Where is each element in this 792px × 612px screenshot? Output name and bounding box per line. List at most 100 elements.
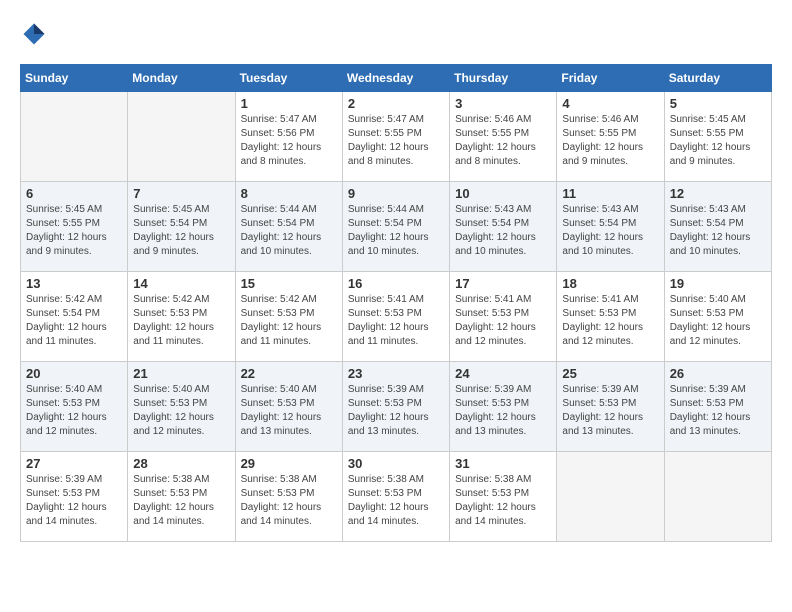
day-detail: Sunrise: 5:38 AMSunset: 5:53 PMDaylight:… <box>455 473 551 529</box>
day-number: 6 <box>26 186 122 201</box>
day-detail: Sunrise: 5:40 AMSunset: 5:53 PMDaylight:… <box>670 293 766 349</box>
day-number: 19 <box>670 276 766 291</box>
day-number: 14 <box>133 276 229 291</box>
week-row-5: 27 Sunrise: 5:39 AMSunset: 5:53 PMDayligh… <box>21 452 772 542</box>
weekday-header-wednesday: Wednesday <box>342 65 449 92</box>
calendar-cell: 1 Sunrise: 5:47 AMSunset: 5:56 PMDaylight… <box>235 92 342 182</box>
calendar-cell: 14 Sunrise: 5:42 AMSunset: 5:53 PMDayligh… <box>128 272 235 362</box>
calendar-cell: 9 Sunrise: 5:44 AMSunset: 5:54 PMDaylight… <box>342 182 449 272</box>
day-detail: Sunrise: 5:40 AMSunset: 5:53 PMDaylight:… <box>133 383 229 439</box>
day-number: 17 <box>455 276 551 291</box>
day-detail: Sunrise: 5:40 AMSunset: 5:53 PMDaylight:… <box>241 383 337 439</box>
calendar-cell: 31 Sunrise: 5:38 AMSunset: 5:53 PMDayligh… <box>450 452 557 542</box>
calendar-cell: 15 Sunrise: 5:42 AMSunset: 5:53 PMDayligh… <box>235 272 342 362</box>
day-detail: Sunrise: 5:47 AMSunset: 5:56 PMDaylight:… <box>241 113 337 169</box>
day-detail: Sunrise: 5:43 AMSunset: 5:54 PMDaylight:… <box>562 203 658 259</box>
week-row-4: 20 Sunrise: 5:40 AMSunset: 5:53 PMDayligh… <box>21 362 772 452</box>
day-number: 28 <box>133 456 229 471</box>
calendar-cell: 12Sunrise: 5:43 AMSunset: 5:54 PMDayligh… <box>664 182 771 272</box>
day-detail: Sunrise: 5:39 AMSunset: 5:53 PMDaylight:… <box>562 383 658 439</box>
calendar-cell: 26Sunrise: 5:39 AMSunset: 5:53 PMDayligh… <box>664 362 771 452</box>
calendar-cell: 10 Sunrise: 5:43 AMSunset: 5:54 PMDayligh… <box>450 182 557 272</box>
day-number: 7 <box>133 186 229 201</box>
calendar-cell <box>664 452 771 542</box>
weekday-header-tuesday: Tuesday <box>235 65 342 92</box>
calendar-cell: 19 Sunrise: 5:40 AMSunset: 5:53 PMDayligh… <box>664 272 771 362</box>
day-detail: Sunrise: 5:46 AMSunset: 5:55 PMDaylight:… <box>455 113 551 169</box>
calendar-cell: 2 Sunrise: 5:47 AMSunset: 5:55 PMDaylight… <box>342 92 449 182</box>
calendar-cell: 7 Sunrise: 5:45 AMSunset: 5:54 PMDaylight… <box>128 182 235 272</box>
weekday-header-friday: Friday <box>557 65 664 92</box>
day-detail: Sunrise: 5:41 AMSunset: 5:53 PMDaylight:… <box>455 293 551 349</box>
day-detail: Sunrise: 5:41 AMSunset: 5:53 PMDaylight:… <box>348 293 444 349</box>
day-number: 13 <box>26 276 122 291</box>
day-number: 10 <box>455 186 551 201</box>
weekday-header-sunday: Sunday <box>21 65 128 92</box>
day-detail: Sunrise: 5:39 AMSunset: 5:53 PMDaylight:… <box>348 383 444 439</box>
calendar-cell: 27 Sunrise: 5:39 AMSunset: 5:53 PMDayligh… <box>21 452 128 542</box>
calendar-table: SundayMondayTuesdayWednesdayThursdayFrid… <box>20 64 772 542</box>
calendar-cell <box>21 92 128 182</box>
day-number: 31 <box>455 456 551 471</box>
day-detail: Sunrise: 5:39 AMSunset: 5:53 PMDaylight:… <box>670 383 766 439</box>
day-number: 3 <box>455 96 551 111</box>
calendar-cell: 24 Sunrise: 5:39 AMSunset: 5:53 PMDayligh… <box>450 362 557 452</box>
calendar-cell: 11 Sunrise: 5:43 AMSunset: 5:54 PMDayligh… <box>557 182 664 272</box>
day-number: 27 <box>26 456 122 471</box>
day-detail: Sunrise: 5:44 AMSunset: 5:54 PMDaylight:… <box>348 203 444 259</box>
calendar-cell: 18 Sunrise: 5:41 AMSunset: 5:53 PMDayligh… <box>557 272 664 362</box>
calendar-cell <box>557 452 664 542</box>
day-number: 20 <box>26 366 122 381</box>
day-number: 4 <box>562 96 658 111</box>
week-row-2: 6Sunrise: 5:45 AMSunset: 5:55 PMDaylight… <box>21 182 772 272</box>
weekday-header-saturday: Saturday <box>664 65 771 92</box>
calendar-cell: 28 Sunrise: 5:38 AMSunset: 5:53 PMDayligh… <box>128 452 235 542</box>
calendar-cell: 5Sunrise: 5:45 AMSunset: 5:55 PMDaylight… <box>664 92 771 182</box>
weekday-header-row: SundayMondayTuesdayWednesdayThursdayFrid… <box>21 65 772 92</box>
day-detail: Sunrise: 5:47 AMSunset: 5:55 PMDaylight:… <box>348 113 444 169</box>
day-detail: Sunrise: 5:45 AMSunset: 5:54 PMDaylight:… <box>133 203 229 259</box>
calendar-cell: 20Sunrise: 5:40 AMSunset: 5:53 PMDayligh… <box>21 362 128 452</box>
day-detail: Sunrise: 5:39 AMSunset: 5:53 PMDaylight:… <box>26 473 122 529</box>
day-detail: Sunrise: 5:43 AMSunset: 5:54 PMDaylight:… <box>670 203 766 259</box>
day-detail: Sunrise: 5:42 AMSunset: 5:54 PMDaylight:… <box>26 293 122 349</box>
calendar-cell <box>128 92 235 182</box>
day-detail: Sunrise: 5:38 AMSunset: 5:53 PMDaylight:… <box>241 473 337 529</box>
day-detail: Sunrise: 5:41 AMSunset: 5:53 PMDaylight:… <box>562 293 658 349</box>
day-number: 22 <box>241 366 337 381</box>
day-number: 8 <box>241 186 337 201</box>
week-row-1: 1 Sunrise: 5:47 AMSunset: 5:56 PMDaylight… <box>21 92 772 182</box>
day-number: 2 <box>348 96 444 111</box>
day-number: 24 <box>455 366 551 381</box>
calendar-cell: 8 Sunrise: 5:44 AMSunset: 5:54 PMDaylight… <box>235 182 342 272</box>
day-number: 1 <box>241 96 337 111</box>
day-detail: Sunrise: 5:38 AMSunset: 5:53 PMDaylight:… <box>133 473 229 529</box>
day-number: 18 <box>562 276 658 291</box>
calendar-cell: 25 Sunrise: 5:39 AMSunset: 5:53 PMDayligh… <box>557 362 664 452</box>
day-number: 5 <box>670 96 766 111</box>
day-detail: Sunrise: 5:42 AMSunset: 5:53 PMDaylight:… <box>241 293 337 349</box>
day-number: 9 <box>348 186 444 201</box>
calendar-cell: 13 Sunrise: 5:42 AMSunset: 5:54 PMDayligh… <box>21 272 128 362</box>
weekday-header-monday: Monday <box>128 65 235 92</box>
calendar-cell: 22 Sunrise: 5:40 AMSunset: 5:53 PMDayligh… <box>235 362 342 452</box>
day-number: 25 <box>562 366 658 381</box>
day-number: 21 <box>133 366 229 381</box>
page-header <box>20 20 772 48</box>
day-detail: Sunrise: 5:46 AMSunset: 5:55 PMDaylight:… <box>562 113 658 169</box>
day-detail: Sunrise: 5:43 AMSunset: 5:54 PMDaylight:… <box>455 203 551 259</box>
logo <box>20 20 52 48</box>
calendar-cell: 6Sunrise: 5:45 AMSunset: 5:55 PMDaylight… <box>21 182 128 272</box>
day-detail: Sunrise: 5:42 AMSunset: 5:53 PMDaylight:… <box>133 293 229 349</box>
calendar-cell: 30Sunrise: 5:38 AMSunset: 5:53 PMDayligh… <box>342 452 449 542</box>
day-detail: Sunrise: 5:39 AMSunset: 5:53 PMDaylight:… <box>455 383 551 439</box>
day-number: 29 <box>241 456 337 471</box>
weekday-header-thursday: Thursday <box>450 65 557 92</box>
day-number: 15 <box>241 276 337 291</box>
calendar-cell: 3 Sunrise: 5:46 AMSunset: 5:55 PMDaylight… <box>450 92 557 182</box>
calendar-cell: 21 Sunrise: 5:40 AMSunset: 5:53 PMDayligh… <box>128 362 235 452</box>
week-row-3: 13 Sunrise: 5:42 AMSunset: 5:54 PMDayligh… <box>21 272 772 362</box>
day-detail: Sunrise: 5:44 AMSunset: 5:54 PMDaylight:… <box>241 203 337 259</box>
calendar-cell: 4 Sunrise: 5:46 AMSunset: 5:55 PMDaylight… <box>557 92 664 182</box>
day-number: 11 <box>562 186 658 201</box>
